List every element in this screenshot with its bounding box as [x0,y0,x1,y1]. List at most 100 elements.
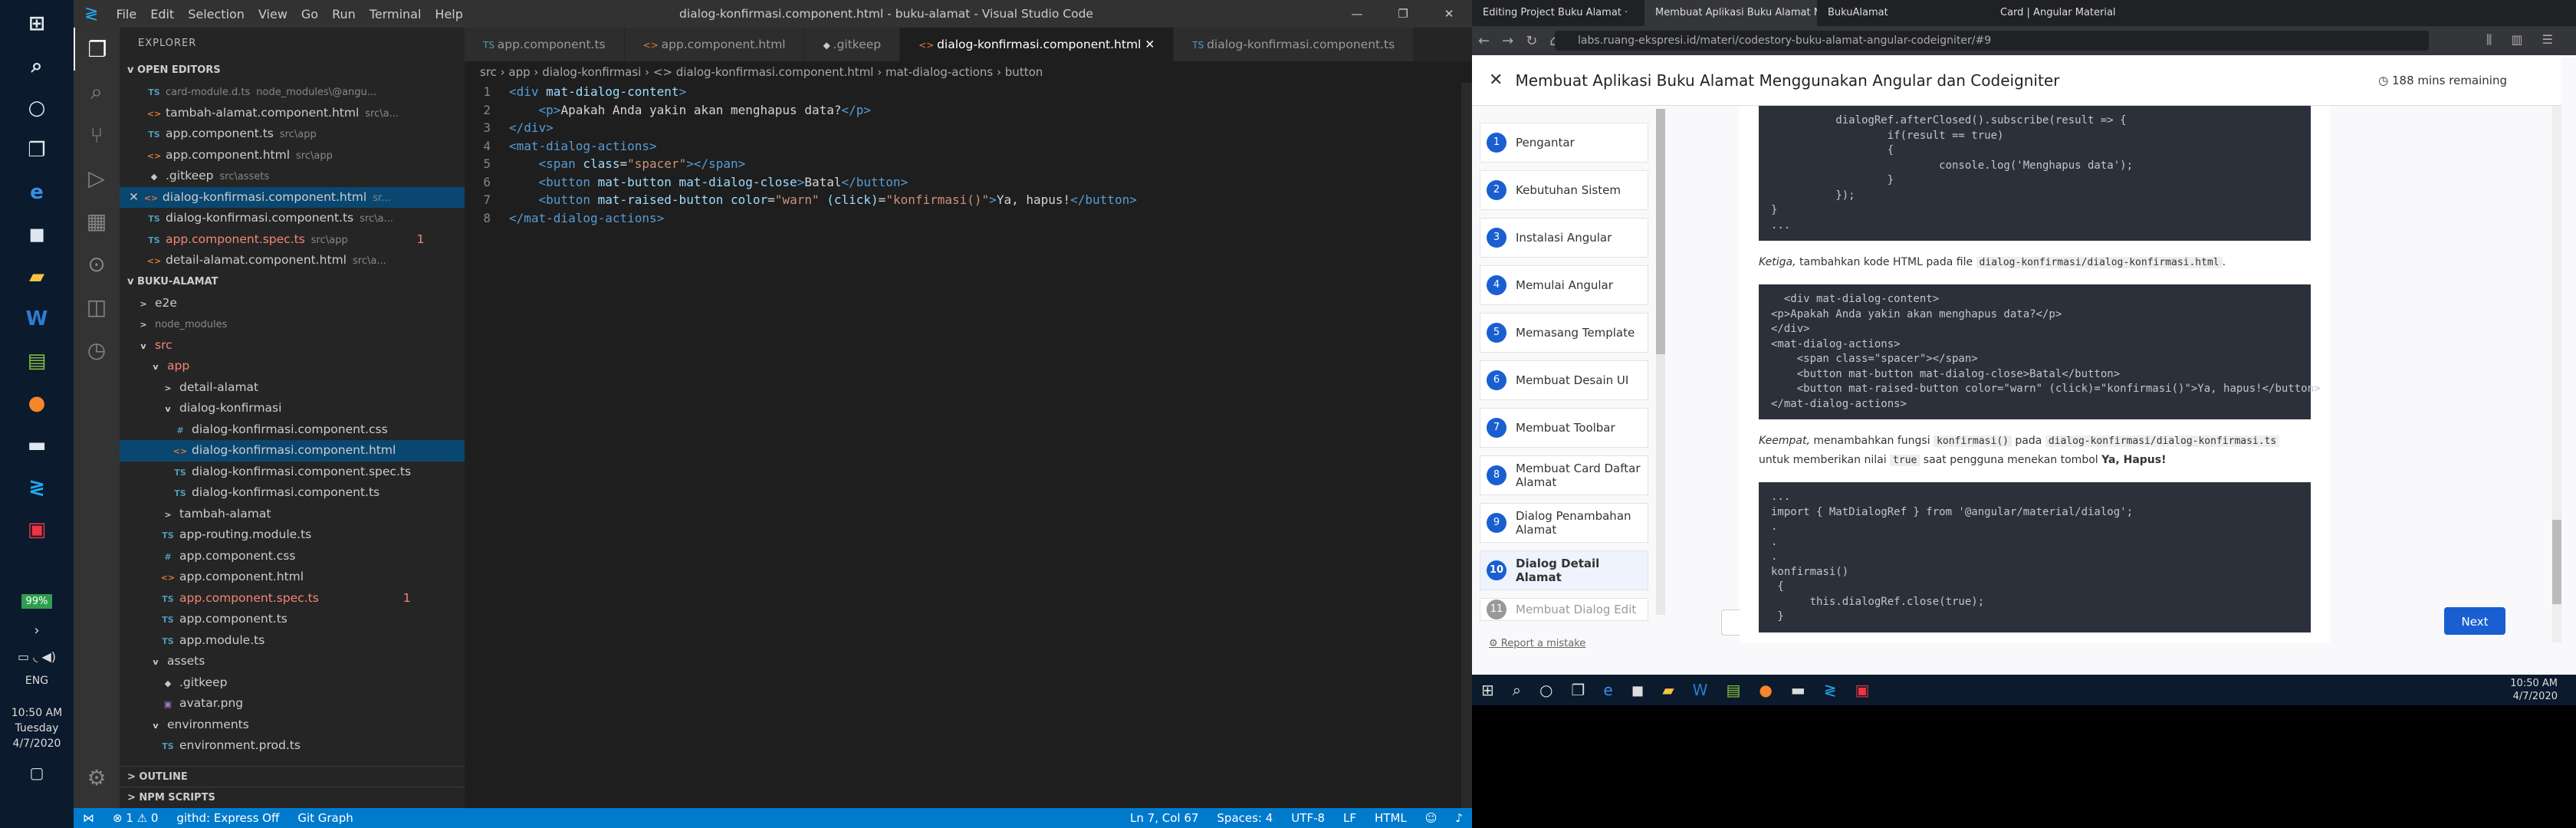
tree-item[interactable]: TS dialog-konfirmasi.component.spec.ts [120,462,465,483]
browser-menu-icons[interactable]: ⫼ ▥ ☰ [2486,32,2561,48]
status-item[interactable]: Spaces: 4 [1208,811,1282,825]
remote-icon[interactable]: ▣ [18,511,55,548]
status-item[interactable]: UTF-8 [1282,811,1334,825]
search-icon[interactable]: ⌕ [1503,681,1530,699]
toc-item[interactable]: 4 Memulai Angular [1480,265,1648,305]
reload-icon[interactable]: ↻ [1520,33,1543,49]
explorer-icon[interactable]: ❐ [74,28,120,71]
close-icon[interactable]: ✕ [1472,71,1515,90]
stack-icon[interactable]: ▤ [1717,681,1750,699]
project-section[interactable]: v BUKU-ALAMAT [120,271,465,293]
toc-item[interactable]: 3 Instalasi Angular [1480,218,1648,258]
firefox-icon[interactable]: ● [18,385,55,422]
open-editor-item[interactable]: <> detail-alamat.component.html src\a... [120,250,465,271]
editor-scrollbar[interactable] [1461,83,1472,808]
next-button[interactable]: Next [2444,607,2505,635]
tree-item[interactable]: <> dialog-konfirmasi.component.html [120,440,465,462]
code-line[interactable]: 7 <button mat-raised-button color = "warn"… [465,191,1472,209]
url-bar[interactable]: labs.ruang-ekspresi.id/materi/codestory-… [1555,31,2429,51]
bottom-clock[interactable]: 10:50 AM 4/7/2020 [2510,677,2576,703]
close-editor-icon[interactable]: ✕ [129,190,143,204]
windows-start-icon[interactable]: ⊞ [1472,681,1503,699]
minimize-icon[interactable]: — [1334,0,1380,28]
lang-indicator[interactable]: ENG [25,675,48,687]
toc-item[interactable]: 10 Dialog Detail Alamat [1480,550,1648,590]
tree-item[interactable]: v dialog-konfirmasi [120,398,465,419]
content-scrollbar[interactable] [2552,106,2561,642]
edge-icon[interactable]: e [1594,681,1622,699]
open-editor-item[interactable]: TS app.component.spec.ts src\app 1 [120,229,465,251]
notification-icon[interactable]: ▢ [30,764,44,782]
editor-tab[interactable]: TS dialog-konfirmasi.component.ts [1174,28,1414,61]
remote-icon[interactable]: ▣ [1845,681,1878,699]
menu-go[interactable]: Go [294,7,325,21]
task-view-icon[interactable]: ❐ [1562,681,1594,699]
code-line[interactable]: 5 <span class = "spacer" ></span> [465,155,1472,173]
remote-explorer-icon[interactable]: ◫ [74,285,120,328]
menu-terminal[interactable]: Terminal [363,7,429,21]
code-line[interactable]: 6 <button mat-button mat-dialog-close > Ba… [465,173,1472,192]
folder-icon[interactable]: ▰ [1653,681,1683,699]
browser-tab[interactable]: Membuat Aplikasi Buku Alamat M [1644,0,1817,26]
remote-indicator-icon[interactable]: ⋈ [74,811,104,825]
editor-tab[interactable]: TS app.component.ts [465,28,625,61]
show-hidden-icon[interactable]: › [34,623,39,639]
git-graph-icon[interactable]: ⊙ [74,242,120,285]
tree-item[interactable]: v src [120,335,465,356]
toc-item[interactable]: 9 Dialog Penambahan Alamat [1480,503,1648,543]
toc-item[interactable]: 1 Pengantar [1480,123,1648,163]
source-control-icon[interactable]: ⑂ [74,113,120,156]
tray-icons[interactable]: ▭ ◟ ◀) [18,649,56,664]
menu-run[interactable]: Run [325,7,363,21]
tree-item[interactable]: > node_modules [120,314,465,335]
open-editor-item[interactable]: TS card-module.d.ts node_modules\@angu... [120,81,465,103]
run-icon[interactable]: ▷ [74,156,120,199]
open-editor-item[interactable]: TS dialog-konfirmasi.component.ts src\a... [120,208,465,229]
tree-item[interactable]: v app [120,356,465,377]
status-item[interactable]: Ln 7, Col 67 [1121,811,1208,825]
toc-item[interactable]: 7 Membuat Toolbar [1480,408,1648,448]
search-icon[interactable]: ⌕ [74,71,120,113]
browser-tab[interactable]: Card | Angular Material [1990,0,2162,26]
store-icon[interactable]: ◼ [1622,681,1654,699]
outline-section[interactable]: > OUTLINE [120,766,465,787]
close-icon[interactable]: ✕ [1426,0,1472,28]
terminal-icon[interactable]: ▬ [1782,681,1815,699]
open-editor-item[interactable]: TS app.component.ts src\app [120,123,465,145]
code-editor[interactable]: 1 <div mat-dialog-content >2 <p> Apakah And… [465,83,1472,227]
editor-tab[interactable]: <> app.component.html [624,28,805,61]
tree-item[interactable]: TS app-routing.module.ts [120,524,465,546]
feedback-icon[interactable]: ☺ [1416,811,1447,825]
tree-item[interactable]: <> app.component.html [120,567,465,588]
report-mistake-link[interactable]: ⚙ Report a mistake [1489,638,1585,649]
search-icon[interactable]: ⌕ [18,48,55,84]
vscode-icon[interactable]: ≷ [18,469,55,506]
tree-item[interactable]: v environments [120,715,465,736]
restore-icon[interactable]: ❐ [1380,0,1426,28]
toc-scrollbar[interactable] [1656,109,1665,615]
tree-item[interactable]: > detail-alamat [120,377,465,399]
tree-item[interactable]: v assets [120,651,465,672]
tree-item[interactable]: TS app.component.ts [120,609,465,630]
tree-item[interactable]: > e2e [120,293,465,314]
vscode-icon[interactable]: ≷ [1815,681,1846,699]
status-item[interactable]: githd: Express Off [167,811,288,825]
editor-tab[interactable]: ◆ .gitkeep [804,28,901,61]
windows-start-icon[interactable]: ⊞ [18,5,55,42]
tree-item[interactable]: TS dialog-konfirmasi.component.ts [120,482,465,504]
code-line[interactable]: 1 <div mat-dialog-content > [465,83,1472,101]
clock[interactable]: 10:50 AM Tuesday 4/7/2020 [12,705,62,751]
toc-item[interactable]: 11 Membuat Dialog Edit [1480,598,1648,621]
tree-item[interactable]: TS app.component.spec.ts 1 [120,588,465,610]
tree-item[interactable]: ◆ .gitkeep [120,672,465,694]
code-line[interactable]: 2 <p> Apakah Anda yakin akan menghapus da… [465,101,1472,120]
status-item[interactable]: Git Graph [288,811,362,825]
tree-item[interactable]: ▣ avatar.png [120,693,465,715]
menu-view[interactable]: View [251,7,294,21]
open-editor-item[interactable]: <> app.component.html src\app [120,145,465,166]
menu-help[interactable]: Help [428,7,469,21]
tree-item[interactable]: # dialog-konfirmasi.component.css [120,419,465,441]
browser-tab[interactable]: BukuAlamat [1817,0,1990,26]
npm-scripts-section[interactable]: > NPM SCRIPTS [120,787,465,808]
word-icon[interactable]: W [1684,681,1717,699]
